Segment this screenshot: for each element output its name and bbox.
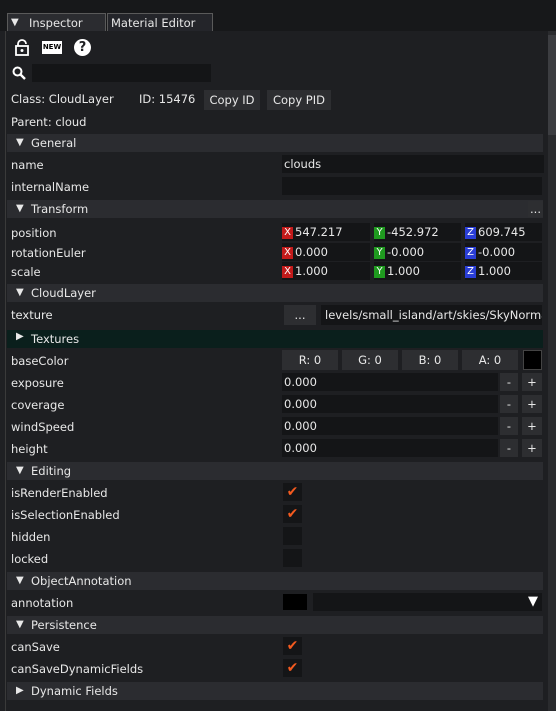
scrollbar-thumb[interactable]: [548, 35, 556, 135]
id-label: ID: 15476: [139, 92, 196, 106]
chevron-down-icon: ▼: [16, 137, 24, 148]
new-icon[interactable]: NEW: [42, 41, 62, 54]
position-y-field[interactable]: Y -452.972: [374, 223, 461, 241]
windspeed-label: windSpeed: [11, 420, 75, 434]
annotation-color-swatch[interactable]: [283, 594, 307, 610]
search-input[interactable]: [32, 64, 211, 82]
internalname-field[interactable]: [282, 177, 542, 195]
cansavedynamicfields-label: canSaveDynamicFields: [11, 662, 144, 676]
name-label: name: [11, 158, 44, 172]
position-x-field[interactable]: X 547.217: [282, 223, 370, 241]
locked-label: locked: [11, 552, 49, 566]
windspeed-plus-button[interactable]: +: [522, 417, 542, 435]
exposure-field[interactable]: 0.000: [282, 373, 498, 391]
basecolor-g[interactable]: G: 0: [342, 350, 398, 370]
name-field[interactable]: clouds: [282, 155, 544, 173]
chevron-down-icon: ▼: [16, 203, 24, 214]
position-label: position: [11, 226, 57, 240]
exposure-minus-button[interactable]: -: [500, 373, 518, 391]
annotation-label: annotation: [11, 596, 74, 610]
windspeed-field[interactable]: 0.000: [282, 417, 498, 435]
position-z-field[interactable]: Z 609.745: [465, 223, 542, 241]
coverage-label: coverage: [11, 398, 65, 412]
hidden-label: hidden: [11, 530, 51, 544]
height-plus-button[interactable]: +: [522, 439, 542, 457]
help-icon[interactable]: ?: [74, 39, 91, 56]
coverage-plus-button[interactable]: +: [522, 395, 542, 413]
height-field[interactable]: 0.000: [282, 439, 498, 457]
transform-more-button[interactable]: ...: [528, 201, 543, 217]
rotation-z-field[interactable]: Z -0.000: [465, 243, 542, 261]
chevron-down-icon: ▼: [16, 287, 24, 298]
lock-icon[interactable]: [14, 39, 30, 56]
texture-path-field[interactable]: levels/small_island/art/skies/SkyNorma: [321, 305, 542, 325]
texture-label: texture: [11, 308, 53, 322]
cansavedynamicfields-checkbox[interactable]: ✔: [283, 659, 302, 677]
rotation-label: rotationEuler: [11, 246, 86, 260]
section-dynamicfields-header[interactable]: ▶ Dynamic Fields: [7, 682, 543, 700]
copy-id-button[interactable]: Copy ID: [204, 90, 260, 110]
cansave-checkbox[interactable]: ✔: [283, 637, 302, 655]
height-label: height: [11, 442, 48, 456]
basecolor-label: baseColor: [11, 354, 69, 368]
scale-z-field[interactable]: Z 1.000: [465, 262, 542, 280]
section-cloudlayer-header[interactable]: ▼ CloudLayer: [7, 284, 543, 302]
scale-x-field[interactable]: X 1.000: [282, 262, 370, 280]
tab-material-editor[interactable]: Material Editor: [107, 13, 213, 31]
windspeed-minus-button[interactable]: -: [500, 417, 518, 435]
basecolor-b[interactable]: B: 0: [402, 350, 458, 370]
scale-label: scale: [11, 265, 41, 279]
chevron-down-icon: ▼: [16, 465, 24, 476]
texture-browse-button[interactable]: ...: [284, 305, 316, 325]
rotation-x-field[interactable]: X 0.000: [282, 243, 370, 261]
locked-checkbox[interactable]: [283, 549, 302, 567]
basecolor-swatch[interactable]: [523, 350, 542, 370]
parent-label: Parent: cloud: [11, 115, 87, 129]
coverage-field[interactable]: 0.000: [282, 395, 498, 413]
exposure-label: exposure: [11, 376, 64, 390]
chevron-down-icon: ▼: [16, 619, 24, 630]
isselectionenabled-checkbox[interactable]: ✔: [283, 505, 302, 523]
textures-subsection-header[interactable]: ▶ Textures: [7, 330, 543, 348]
section-general-header[interactable]: ▼ General: [7, 134, 543, 152]
annotation-dropdown[interactable]: ▼: [313, 593, 542, 611]
hidden-checkbox[interactable]: [283, 527, 302, 545]
chevron-right-icon: ▶: [16, 685, 24, 696]
basecolor-a[interactable]: A: 0: [462, 350, 518, 370]
tab-material-editor-label: Material Editor: [111, 16, 196, 30]
coverage-minus-button[interactable]: -: [500, 395, 518, 413]
tab-menu-chevron-icon[interactable]: ▼: [11, 14, 19, 32]
section-persistence-header[interactable]: ▼ Persistence: [7, 616, 543, 634]
search-icon: [12, 66, 26, 80]
copy-pid-button[interactable]: Copy PID: [267, 90, 331, 110]
internalname-label: internalName: [11, 180, 90, 194]
cansave-label: canSave: [11, 640, 60, 654]
section-objectannotation-header[interactable]: ▼ ObjectAnnotation: [7, 572, 543, 590]
chevron-down-icon: ▼: [16, 575, 24, 586]
chevron-right-icon: ▶: [16, 331, 24, 342]
class-label: Class: CloudLayer: [11, 92, 114, 106]
section-editing-header[interactable]: ▼ Editing: [7, 462, 543, 480]
section-transform-header[interactable]: ▼ Transform: [7, 200, 543, 218]
scale-y-field[interactable]: Y 1.000: [374, 262, 461, 280]
basecolor-r[interactable]: R: 0: [282, 350, 338, 370]
height-minus-button[interactable]: -: [500, 439, 518, 457]
isselectionenabled-label: isSelectionEnabled: [11, 508, 120, 522]
tab-inspector-label: Inspector: [29, 16, 83, 30]
isrenderenabled-checkbox[interactable]: ✔: [283, 483, 302, 501]
tab-inspector[interactable]: ▼ Inspector: [7, 13, 106, 31]
dropdown-arrow-icon: ▼: [528, 594, 538, 609]
exposure-plus-button[interactable]: +: [522, 373, 542, 391]
rotation-y-field[interactable]: Y -0.000: [374, 243, 461, 261]
isrenderenabled-label: isRenderEnabled: [11, 486, 108, 500]
